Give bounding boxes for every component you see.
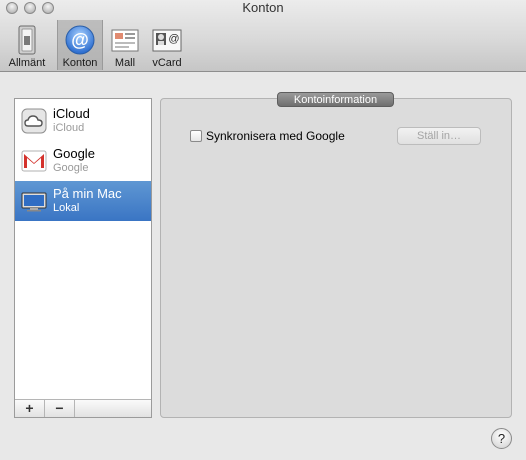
svg-text:@: @ bbox=[168, 33, 179, 45]
gmail-icon bbox=[21, 148, 47, 174]
window-toolbar: Konton Allmänt @ Konton Mall @ vCard bbox=[0, 0, 526, 72]
account-type: Lokal bbox=[53, 202, 80, 214]
account-name: På min Mac bbox=[53, 186, 122, 201]
account-item-icloud[interactable]: iCloud iCloud bbox=[15, 101, 151, 141]
tab-allmant[interactable]: Allmänt bbox=[4, 20, 50, 70]
mac-computer-icon bbox=[21, 188, 47, 214]
svg-text:@: @ bbox=[71, 30, 89, 50]
tab-vcard-label: vCard bbox=[152, 57, 182, 69]
account-type: Google bbox=[53, 162, 89, 174]
remove-account-button[interactable]: − bbox=[45, 400, 75, 417]
accounts-list: iCloud iCloud Google Google På min Mac L… bbox=[14, 98, 152, 418]
sync-google-checkbox[interactable] bbox=[190, 130, 202, 142]
sync-google-label[interactable]: Synkronisera med Google bbox=[206, 129, 345, 143]
add-account-button[interactable]: + bbox=[15, 400, 45, 417]
tab-mall-label: Mall bbox=[114, 57, 136, 69]
help-button[interactable]: ? bbox=[491, 428, 512, 449]
account-name: Google bbox=[53, 146, 95, 161]
vcard-icon: @ bbox=[151, 24, 183, 56]
account-item-local[interactable]: På min Mac Lokal bbox=[15, 181, 151, 221]
tab-allmant-label: Allmänt bbox=[8, 57, 46, 69]
account-name: iCloud bbox=[53, 106, 90, 121]
setup-button[interactable]: Ställ in… bbox=[397, 127, 481, 145]
account-item-google[interactable]: Google Google bbox=[15, 141, 151, 181]
account-info-panel bbox=[160, 98, 512, 418]
general-switch-icon bbox=[11, 24, 43, 56]
window-title: Konton bbox=[242, 0, 284, 15]
section-title: Kontoinformation bbox=[277, 92, 394, 107]
account-type: iCloud bbox=[53, 122, 85, 134]
tab-konton[interactable]: @ Konton bbox=[57, 20, 103, 70]
icloud-icon bbox=[21, 108, 47, 134]
tab-vcard[interactable]: @ vCard bbox=[148, 20, 186, 70]
at-sign-icon: @ bbox=[64, 24, 96, 56]
template-card-icon bbox=[109, 24, 141, 56]
tab-konton-label: Konton bbox=[62, 57, 98, 69]
tab-mall[interactable]: Mall bbox=[108, 20, 142, 70]
accounts-list-footer: + − bbox=[15, 399, 151, 417]
